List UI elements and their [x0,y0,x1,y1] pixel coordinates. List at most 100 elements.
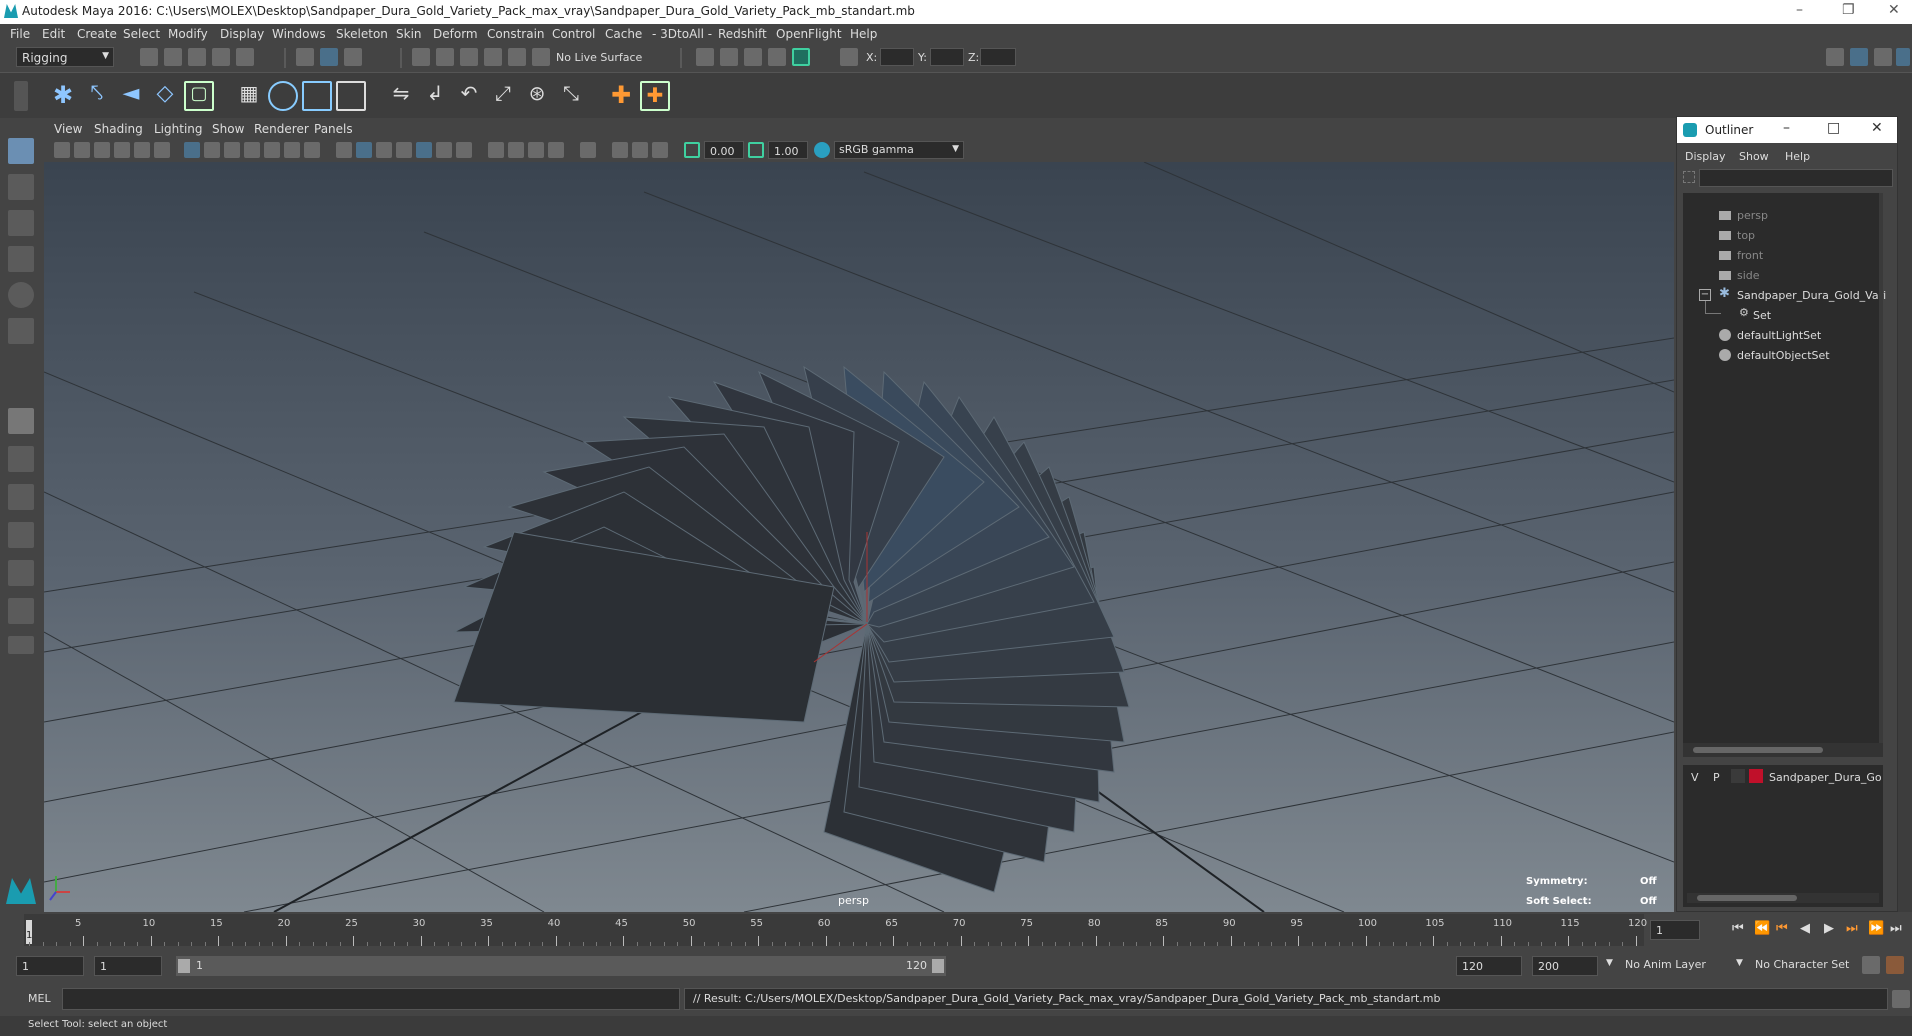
four-pane-icon[interactable] [8,446,34,472]
paint-select-icon[interactable] [8,210,34,236]
outliner-item-defaultlightset[interactable]: defaultLightSet [1737,329,1821,342]
menu-display[interactable]: Display [220,27,264,41]
x-field[interactable] [880,48,914,66]
menu-windows[interactable]: Windows [272,27,326,41]
outliner-horizontal-scrollbar[interactable] [1683,743,1883,757]
scene-start-field[interactable]: 1 [16,956,84,976]
menu-3dtoall[interactable]: - 3DtoAll - [652,27,712,41]
snap-point-icon[interactable] [460,48,478,66]
camera-select-icon[interactable] [54,142,70,158]
locator-icon[interactable]: ✚ [606,81,636,111]
layer-visible-toggle[interactable]: V [1691,771,1699,784]
menu-skin[interactable]: Skin [396,27,422,41]
outliner-item-front[interactable]: front [1737,249,1763,262]
playback-start-field[interactable]: 1 [94,956,162,976]
persp-outliner-icon[interactable] [8,522,34,548]
insert-joint-icon[interactable]: ◇ [150,81,180,111]
xray-icon[interactable] [612,142,628,158]
panel-menu-show[interactable]: Show [212,122,244,136]
ik-spline-icon[interactable]: ◄ [116,81,146,111]
two-pane-icon[interactable] [8,484,34,510]
mode-dropdown[interactable]: Rigging ▼ [16,47,114,67]
select-tool-icon[interactable] [8,138,34,164]
z-field[interactable] [980,48,1016,66]
menu-file[interactable]: File [10,27,30,41]
layer-name[interactable]: Sandpaper_Dura_Gold [1769,771,1881,784]
outliner-menu-display[interactable]: Display [1685,150,1726,163]
snap-view-icon[interactable] [484,48,502,66]
close-icon[interactable]: ✕ [1888,2,1900,18]
step-back-key-icon[interactable]: ⏪ [1754,921,1770,936]
render-settings-icon[interactable] [744,48,762,66]
menu-openflight[interactable]: OpenFlight [776,27,842,41]
layer-horizontal-scrollbar[interactable] [1687,893,1879,903]
menu-skeleton[interactable]: Skeleton [336,27,388,41]
gamma-field[interactable]: 1.00 [768,141,808,159]
snap-surface-icon[interactable] [508,48,526,66]
smooth-bind-icon[interactable] [268,81,298,111]
outliner-menu-show[interactable]: Show [1739,150,1769,163]
bind-skin-icon[interactable]: ▦ [234,81,264,111]
step-forward-key-icon[interactable]: ⏩ [1868,921,1884,936]
cluster-icon[interactable] [336,81,366,111]
menu-cache[interactable]: Cache [605,27,642,41]
menu-control[interactable]: Control [552,27,595,41]
menu-create[interactable]: Create [77,27,117,41]
ik-fk-switch-icon[interactable]: ✚ [640,81,670,111]
step-forward-frame-icon[interactable]: ⏭ [1846,921,1858,936]
panel-menu-renderer[interactable]: Renderer [254,122,309,136]
layer-color-swatch[interactable] [1749,769,1763,783]
pole-vector-icon[interactable]: ⤡ [556,81,586,111]
outliner-item-side[interactable]: side [1737,269,1760,282]
render-icon[interactable] [696,48,714,66]
tool-settings-icon[interactable] [1874,48,1892,66]
image-plane-icon[interactable] [114,142,130,158]
camera-attributes-icon[interactable] [74,142,90,158]
use-all-lights-icon[interactable] [436,142,452,158]
go-to-end-icon[interactable]: ⏭ [1890,921,1902,936]
scene-end-field[interactable]: 200 [1532,956,1598,976]
render-view-icon[interactable] [792,48,810,66]
persp-graph-icon[interactable] [8,560,34,586]
rotate-tool-icon[interactable] [8,282,34,308]
maximize-icon[interactable]: ❐ [1842,2,1855,18]
resolution-gate-icon[interactable] [224,142,240,158]
panel-menu-lighting[interactable]: Lighting [154,122,203,136]
motion-blur-icon[interactable] [508,142,524,158]
layer-type-toggle[interactable] [1731,769,1745,783]
range-start-handle[interactable] [178,959,190,973]
outliner-vertical-scrollbar[interactable] [1879,193,1883,743]
sandpaper-fan-model[interactable] [453,365,1130,893]
menu-edit[interactable]: Edit [42,27,65,41]
exposure-icon[interactable] [684,142,700,158]
gate-mask-icon[interactable] [244,142,260,158]
lattice-icon[interactable] [302,81,332,111]
close-icon[interactable]: ✕ [1871,120,1883,136]
outliner-item-sandpaper-group[interactable]: Sandpaper_Dura_Gold_Vari [1737,289,1886,302]
outliner-search-input[interactable] [1699,169,1893,187]
isolate-select-icon[interactable] [580,142,596,158]
exposure-field[interactable]: 0.00 [704,141,744,159]
play-backwards-icon[interactable]: ◀ [1800,921,1810,936]
more-layouts-icon[interactable] [8,636,34,654]
channel-box-toggle-icon[interactable] [1896,48,1910,66]
undo-icon[interactable] [212,48,230,66]
panel-menu-view[interactable]: View [54,122,82,136]
open-scene-icon[interactable] [164,48,182,66]
joint-tool-icon[interactable]: ✱ [48,81,78,111]
anti-aliasing-icon[interactable] [528,142,544,158]
menu-deform[interactable]: Deform [433,27,478,41]
modeling-toolkit-icon[interactable] [1826,48,1844,66]
character-set-dropdown[interactable]: No Character Set ▼ [1736,956,1870,976]
snap-curve-icon[interactable] [436,48,454,66]
maximize-icon[interactable]: □ [1827,120,1840,136]
hypershade-layout-icon[interactable] [8,598,34,624]
time-slider[interactable]: 1 5 10 15 20 25 30 35 40 45 50 55 60 65 70 75 80 85 90 95 1… [0,912,1912,948]
default-material-icon[interactable] [376,142,392,158]
step-back-frame-icon[interactable]: ⏮ [1776,921,1788,936]
menu-constrain[interactable]: Constrain [487,27,545,41]
y-field[interactable] [930,48,964,66]
outliner-item-top[interactable]: top [1737,229,1755,242]
safe-title-icon[interactable] [304,142,320,158]
auto-key-icon[interactable] [1862,956,1880,974]
